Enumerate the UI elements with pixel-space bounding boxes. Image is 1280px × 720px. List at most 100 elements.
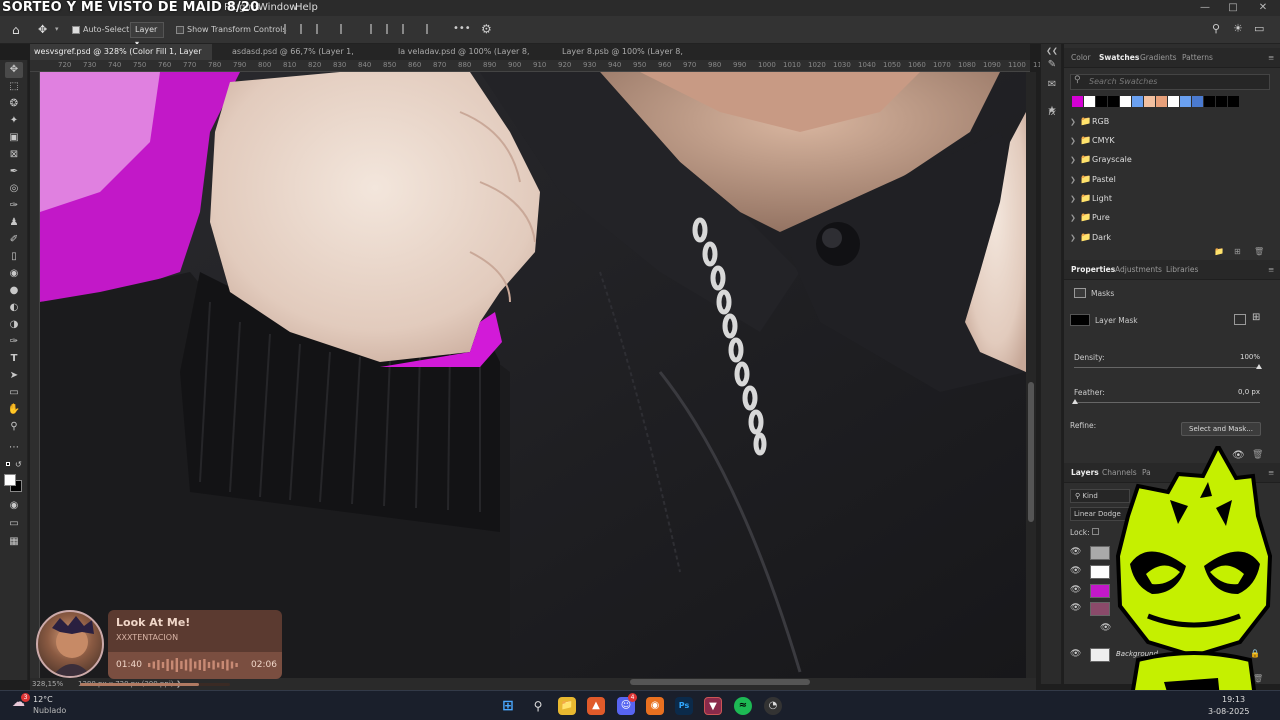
swap-colors-icon[interactable]: ↺ — [15, 460, 22, 469]
select-and-mask-button[interactable]: Select and Mask... — [1181, 422, 1261, 436]
search-icon[interactable]: ⚲ — [529, 697, 547, 715]
color-swatch[interactable] — [1204, 96, 1215, 107]
layer-mask-thumbnail[interactable] — [1070, 314, 1090, 326]
eye-icon[interactable]: 👁 — [1070, 547, 1081, 557]
canvas-image[interactable] — [40, 72, 1026, 678]
frame-tool-icon[interactable]: ⊠ — [5, 147, 23, 163]
move-tool-icon[interactable]: ✥ — [38, 23, 47, 36]
blur-tool-icon[interactable]: ● — [5, 283, 23, 299]
auto-select-dropdown[interactable]: Layer ▾ — [130, 22, 164, 48]
vector-mask-icon[interactable]: ⊞ — [1252, 312, 1260, 323]
menu-window[interactable]: Window — [258, 0, 297, 16]
delete-swatch-icon[interactable]: 🗑 — [1254, 247, 1264, 256]
minimize-icon[interactable]: — — [1194, 0, 1216, 16]
eye-icon[interactable]: 👁 — [1070, 603, 1081, 613]
horizontal-scrollbar-thumb[interactable] — [630, 679, 810, 685]
distribute-left-icon[interactable] — [370, 24, 380, 34]
clock-date[interactable]: 3-08-2025 — [1208, 707, 1249, 716]
brave-browser-icon[interactable]: ▲ — [587, 697, 605, 715]
tab-adjustments[interactable]: Adjustments — [1115, 260, 1162, 280]
tab-color[interactable]: Color — [1071, 48, 1091, 68]
vertical-scrollbar[interactable] — [1026, 72, 1036, 678]
transform-controls-checkbox[interactable]: Show Transform Controls — [176, 25, 287, 34]
tab-libraries[interactable]: Libraries — [1166, 260, 1198, 280]
obs-icon[interactable]: ◔ — [764, 697, 782, 715]
distribute-center-icon[interactable] — [386, 24, 396, 34]
path-selection-tool-icon[interactable]: ➤ — [5, 368, 23, 384]
swatch-folder-pastel[interactable]: ❯ 📁Pastel — [1070, 171, 1116, 189]
feather-slider-track[interactable] — [1074, 402, 1260, 403]
swatch-folder-dark[interactable]: ❯ 📁Dark — [1070, 229, 1111, 247]
comments-panel-icon[interactable]: ✉ — [1045, 78, 1059, 92]
tab-properties[interactable]: Properties — [1071, 260, 1115, 280]
chevron-right-icon[interactable]: ❯ — [1070, 132, 1080, 150]
color-swatch[interactable] — [1228, 96, 1239, 107]
marquee-tool-icon[interactable]: ⬚ — [5, 79, 23, 95]
density-slider-handle[interactable] — [1256, 364, 1262, 369]
collapse-panels-icon[interactable]: ❮❮ — [1045, 44, 1059, 58]
photoshop-icon[interactable]: Ps — [675, 697, 693, 715]
fx-panel-icon[interactable]: fx — [1045, 106, 1059, 120]
spotify-icon[interactable]: ≈ — [734, 697, 752, 715]
swatch-folder-pure[interactable]: ❯ 📁Pure — [1070, 209, 1110, 227]
weather-description[interactable]: Nublado — [33, 706, 66, 715]
default-colors-icon[interactable] — [6, 462, 10, 466]
magic-wand-tool-icon[interactable]: ✦ — [5, 113, 23, 129]
gear-icon[interactable]: ⚙ — [481, 22, 492, 36]
artboard-icon[interactable]: ▦ — [5, 534, 23, 550]
tab-layers[interactable]: Layers — [1071, 463, 1099, 483]
color-swatch[interactable] — [1084, 96, 1095, 107]
chevron-right-icon[interactable]: ❯ — [1070, 113, 1080, 131]
close-icon[interactable]: ✕ — [1252, 0, 1274, 16]
more-tools-icon[interactable]: ⋯ — [5, 440, 23, 456]
eye-icon[interactable]: 👁 — [1070, 566, 1081, 576]
chevron-right-icon[interactable]: ❯ — [1070, 190, 1080, 208]
sponge-tool-icon[interactable]: ◑ — [5, 317, 23, 333]
rectangle-tool-icon[interactable]: ▭ — [5, 385, 23, 401]
eye-icon[interactable]: 👁 — [1070, 649, 1081, 659]
search-icon[interactable]: ⚲ — [1212, 22, 1220, 35]
align-top-icon[interactable] — [340, 24, 350, 34]
healing-brush-tool-icon[interactable]: ◎ — [5, 181, 23, 197]
history-panel-icon[interactable]: ✎ — [1045, 58, 1059, 72]
tab-patterns[interactable]: Patterns — [1182, 48, 1213, 68]
maximize-icon[interactable]: □ — [1222, 0, 1244, 16]
distribute-spacing-icon[interactable] — [426, 24, 436, 34]
windows-start-icon[interactable]: ⊞ — [499, 697, 517, 715]
home-icon[interactable]: ⌂ — [12, 23, 20, 37]
color-swatch[interactable] — [1144, 96, 1155, 107]
color-swatch[interactable] — [1156, 96, 1167, 107]
feather-value[interactable]: 0,0 px — [1204, 388, 1260, 396]
quick-mask-icon[interactable]: ◉ — [5, 498, 23, 514]
feather-slider-handle[interactable] — [1072, 399, 1078, 404]
lasso-tool-icon[interactable]: ❂ — [5, 96, 23, 112]
tab-document-3[interactable]: la veladav.psd @ 100% (Layer 8, RGB/8#) … — [394, 44, 552, 72]
pixel-mask-icon[interactable] — [1234, 314, 1246, 325]
chevron-right-icon[interactable]: ❯ — [1070, 151, 1080, 169]
search-swatches-input[interactable]: Search Swatches — [1070, 74, 1270, 90]
crop-tool-icon[interactable]: ▣ — [5, 130, 23, 146]
swatch-folder-cmyk[interactable]: ❯ 📁CMYK — [1070, 132, 1115, 150]
color-swatch[interactable] — [1192, 96, 1203, 107]
zoom-level[interactable]: 328,15% — [32, 678, 63, 690]
chevron-right-icon[interactable]: ❯ — [1070, 229, 1080, 247]
paint-bucket-tool-icon[interactable]: ◉ — [5, 266, 23, 282]
foreground-color-swatch[interactable] — [4, 474, 16, 486]
new-swatch-icon[interactable]: ⊞ — [1234, 247, 1241, 256]
swatch-folder-grayscale[interactable]: ❯ 📁Grayscale — [1070, 151, 1132, 169]
eyedropper-tool-icon[interactable]: ✒ — [5, 164, 23, 180]
vertical-scrollbar-thumb[interactable] — [1028, 382, 1034, 522]
auto-select-checkbox[interactable]: Auto-Select: — [72, 25, 132, 34]
eye-icon[interactable]: 👁 — [1070, 585, 1081, 595]
dodge-tool-icon[interactable]: ◐ — [5, 300, 23, 316]
color-swatch[interactable] — [1132, 96, 1143, 107]
chevron-right-icon[interactable]: ❯ — [1070, 209, 1080, 227]
align-center-icon[interactable] — [300, 24, 310, 34]
hand-tool-icon[interactable]: ✋ — [5, 402, 23, 418]
color-swatch[interactable] — [1216, 96, 1227, 107]
lock-transparent-icon[interactable] — [1092, 528, 1099, 535]
color-swatch[interactable] — [1168, 96, 1179, 107]
tool-preset-chevron-icon[interactable]: ▾ — [55, 25, 59, 33]
clone-stamp-tool-icon[interactable]: ♟ — [5, 215, 23, 231]
new-group-icon[interactable]: 📁 — [1214, 247, 1224, 256]
